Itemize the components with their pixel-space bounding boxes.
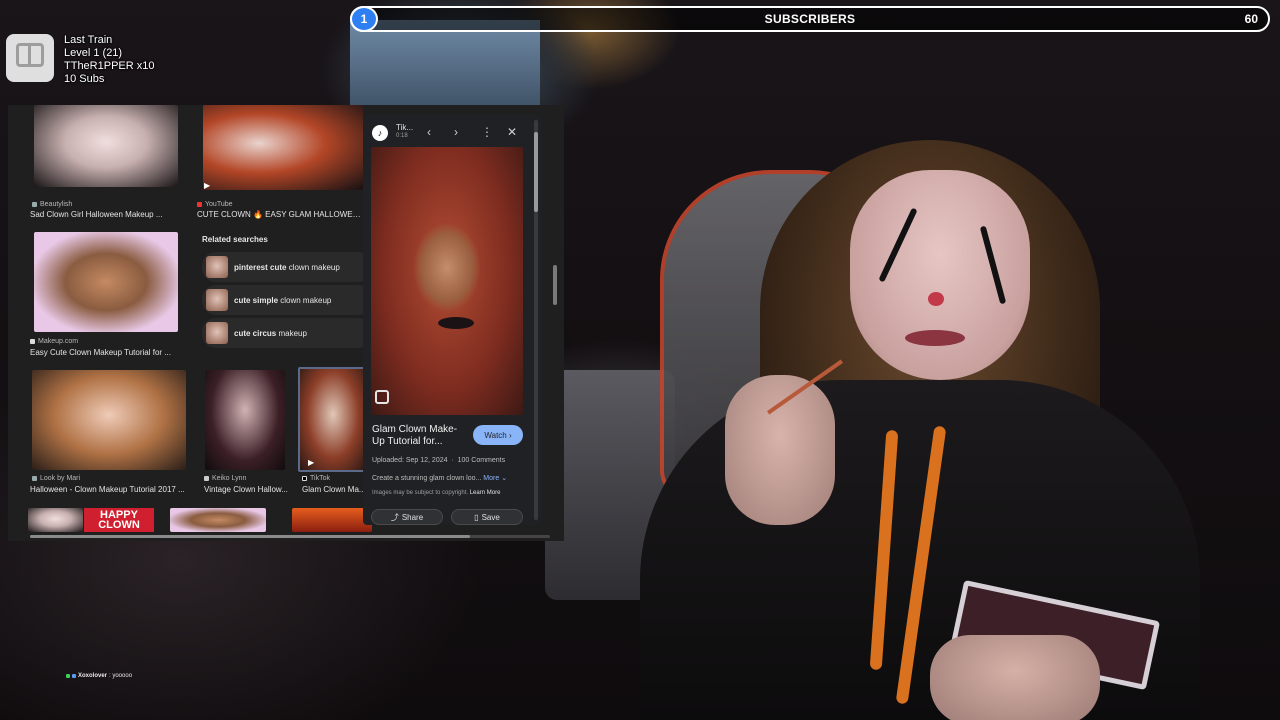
streamer-face [850, 170, 1030, 380]
learn-more-link[interactable]: Learn More [470, 490, 501, 496]
result-source: Beautylish [32, 201, 72, 208]
image-result-thumb[interactable] [34, 232, 178, 332]
result-source: YouTube [197, 201, 233, 208]
watch-button[interactable]: Watch › [473, 425, 523, 445]
preview-meta: Uploaded: Sep 12, 2024 · 100 Comments [372, 457, 506, 464]
image-preview-panel: ♪ Tik... 0:18 ‹ › ⋮ ✕ Glam Clown Make-Up… [363, 115, 541, 525]
train-info: Last Train Level 1 (21) TTheR1PPER x10 1… [64, 34, 155, 85]
related-search-item[interactable]: pinterest cute clown makeup [202, 252, 372, 282]
site-icon [204, 476, 209, 481]
bookmark-icon: ▯ [474, 512, 479, 522]
preview-scrollbar[interactable] [534, 120, 538, 520]
related-thumb [206, 256, 228, 278]
more-options-icon[interactable]: ⋮ [481, 125, 493, 139]
close-icon[interactable]: ✕ [507, 125, 517, 139]
image-result-thumb[interactable] [205, 370, 285, 470]
related-search-item[interactable]: cute simple clown makeup [202, 285, 372, 315]
train-icon [6, 34, 54, 82]
chat-text: : yooooo [109, 673, 133, 679]
image-result-thumb[interactable]: HAPPY CLOWN [84, 508, 154, 532]
results-scrollbar[interactable] [553, 265, 557, 305]
result-caption[interactable]: Vintage Clown Hallow... [204, 485, 289, 494]
chat-message: Xoxolover : yooooo [66, 673, 132, 679]
horizontal-scrollbar[interactable] [30, 535, 470, 538]
share-icon: ⤴ [390, 512, 399, 522]
subscriber-goal-bar: 1 SUBSCRIBERS 60 [350, 6, 1270, 32]
result-caption[interactable]: Easy Cute Clown Makeup Tutorial for ... [30, 348, 180, 357]
preview-image-detail [438, 317, 474, 329]
result-source: TikTok [302, 475, 330, 482]
related-searches: Related searches pinterest cute clown ma… [202, 235, 372, 351]
preview-main-image[interactable] [371, 147, 523, 415]
streamer-hand [725, 375, 835, 525]
previous-icon[interactable]: ‹ [427, 125, 431, 139]
tiktok-icon: ♪ [372, 125, 388, 141]
site-icon [32, 202, 37, 207]
upload-date: Uploaded: Sep 12, 2024 [372, 457, 448, 464]
tiktok-icon [302, 476, 307, 481]
share-button[interactable]: ⤴ Share [371, 509, 443, 525]
hype-train-widget: Last Train Level 1 (21) TTheR1PPER x10 1… [6, 34, 155, 85]
result-source: Look by Mari [32, 475, 80, 482]
result-caption[interactable]: Sad Clown Girl Halloween Makeup ... [30, 210, 180, 219]
subscriber-goal-label: SUBSCRIBERS [764, 12, 856, 26]
youtube-icon [197, 202, 202, 207]
subscriber-goal-target: 60 [1244, 12, 1258, 26]
chat-username: Xoxolover [78, 673, 108, 679]
result-caption[interactable]: Glam Clown Ma... [302, 485, 370, 494]
train-level: Level 1 (21) [64, 47, 123, 59]
save-button[interactable]: ▯ Save [451, 509, 523, 525]
image-result-thumb[interactable] [203, 105, 363, 190]
related-search-item[interactable]: cute circus makeup [202, 318, 372, 348]
result-source: Makeup.com [30, 338, 78, 345]
preview-site-duration: 0:18 [396, 133, 408, 139]
image-result-thumb[interactable] [28, 508, 83, 532]
chat-badge-icon [72, 674, 76, 678]
streamer-hand [930, 635, 1100, 720]
image-result-thumb[interactable] [32, 370, 186, 470]
copyright-notice: Images may be subject to copyright. Lear… [372, 490, 501, 496]
preview-site-name: Tik... [396, 123, 414, 132]
more-button[interactable]: More ⌄ [483, 475, 507, 482]
clown-nose [928, 292, 944, 306]
site-icon [30, 339, 35, 344]
image-result-thumb[interactable] [170, 508, 266, 532]
result-source: Keiko Lynn [204, 475, 246, 482]
site-icon [32, 476, 37, 481]
result-caption[interactable]: CUTE CLOWN 🔥 EASY GLAM HALLOWEEN MA [197, 210, 365, 219]
subscriber-count-badge: 1 [350, 6, 378, 32]
preview-title[interactable]: Glam Clown Make-Up Tutorial for... [372, 424, 467, 448]
related-thumb [206, 289, 228, 311]
image-result-thumb[interactable] [34, 105, 178, 187]
train-title: Last Train [64, 34, 113, 46]
result-caption[interactable]: Halloween - Clown Makeup Tutorial 2017 .… [30, 485, 188, 494]
train-user: TTheR1PPER x10 [64, 60, 155, 72]
streamer-lips [905, 330, 965, 346]
comment-count: 100 Comments [457, 457, 506, 464]
image-result-thumb-selected[interactable] [298, 367, 368, 472]
related-thumb [206, 322, 228, 344]
next-icon[interactable]: › [454, 125, 458, 139]
related-searches-title: Related searches [202, 235, 268, 244]
preview-description: Create a stunning glam clown loo... More… [372, 475, 508, 482]
image-result-thumb[interactable] [292, 508, 372, 532]
train-subs: 10 Subs [64, 73, 105, 85]
chat-badge-icon [66, 674, 70, 678]
play-icon: ▶ [308, 458, 315, 467]
lens-search-icon[interactable] [375, 390, 389, 404]
play-icon: ▶ [204, 181, 211, 190]
